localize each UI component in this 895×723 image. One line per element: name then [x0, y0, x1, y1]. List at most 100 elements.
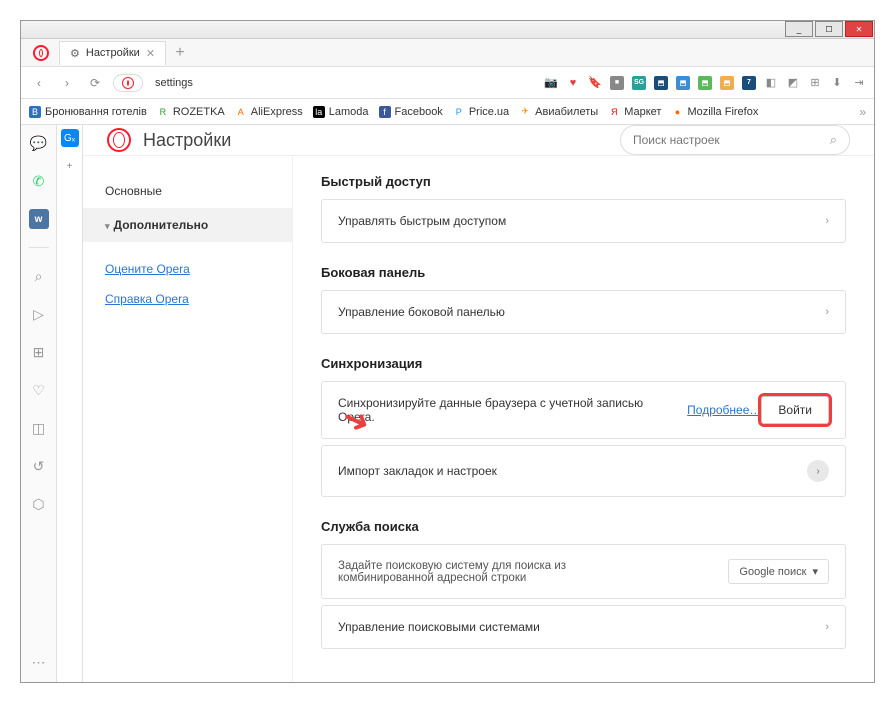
- section-sync: Синхронизация Синхронизируйте данные бра…: [321, 356, 846, 497]
- clip-icon[interactable]: ◫: [29, 418, 49, 438]
- download-icon[interactable]: ⬇: [830, 76, 844, 90]
- nav-help-opera[interactable]: Справка Opera: [83, 284, 292, 314]
- row-label: Импорт закладок и настроек: [338, 464, 497, 478]
- extensions-icon[interactable]: ⬡: [29, 494, 49, 514]
- bookmark-item[interactable]: PPrice.ua: [453, 106, 509, 118]
- tab-settings[interactable]: ⚙ Настройки ✕: [59, 41, 166, 65]
- bookmark-label: Mozilla Firefox: [687, 106, 758, 118]
- settings-search-input[interactable]: [633, 133, 830, 147]
- ext-icon-10[interactable]: ⊞: [808, 76, 822, 90]
- close-window-button[interactable]: ✕: [845, 21, 873, 37]
- bookmark-item[interactable]: fFacebook: [379, 106, 443, 118]
- new-tab-button[interactable]: +: [170, 43, 190, 63]
- maximize-button[interactable]: ☐: [815, 21, 843, 37]
- section-title: Синхронизация: [321, 356, 846, 371]
- bookmarks-more-button[interactable]: »: [859, 105, 866, 119]
- row-label: Синхронизируйте данные браузера с учетно…: [338, 396, 681, 424]
- section-sidepanel: Боковая панель Управление боковой панель…: [321, 265, 846, 334]
- whatsapp-icon[interactable]: ✆: [29, 171, 49, 191]
- section-title: Боковая панель: [321, 265, 846, 280]
- sync-more-link[interactable]: Подробнее…: [687, 403, 761, 417]
- ext-icon-2[interactable]: SG: [632, 76, 646, 90]
- row-default-search: Задайте поисковую систему для поиска из …: [321, 544, 846, 599]
- row-import-bookmarks[interactable]: Импорт закладок и настроек ›: [321, 445, 846, 497]
- bookmarks-bar: ВБронювання готелів RROZETKA A AliExpress…: [21, 99, 874, 125]
- ext-icon-3[interactable]: ⬒: [654, 76, 668, 90]
- forward-button[interactable]: ›: [57, 73, 77, 93]
- vk-icon[interactable]: w: [29, 209, 49, 229]
- settings-search-box[interactable]: ⌕: [620, 125, 850, 155]
- bookmark-icon-firefox: ●: [671, 106, 683, 118]
- tab-strip: ⚙ Настройки ✕ +: [21, 39, 874, 67]
- heart-icon[interactable]: ♥: [566, 76, 580, 90]
- send-icon[interactable]: ▷: [29, 304, 49, 324]
- dropdown-value: Google поиск: [739, 566, 806, 578]
- nav-rate-opera[interactable]: Оцените Opera: [83, 254, 292, 284]
- bookmark-icon[interactable]: 🔖: [588, 76, 602, 90]
- bookmark-icon-black: la: [313, 106, 325, 118]
- opera-logo-icon: [33, 45, 49, 61]
- bookmark-item[interactable]: la Lamoda: [313, 106, 369, 118]
- opera-logo-icon: [107, 128, 131, 152]
- tab-title: Настройки: [86, 47, 140, 59]
- opera-menu-button[interactable]: [29, 41, 53, 65]
- nav-basic[interactable]: Основные: [83, 174, 292, 208]
- url-text[interactable]: settings: [155, 77, 193, 89]
- search-icon: ⌕: [830, 132, 837, 148]
- bookmark-item[interactable]: ВБронювання готелів: [29, 106, 147, 118]
- sidebar-more-button[interactable]: ⋯: [29, 652, 49, 672]
- section-quick-access: Быстрый доступ Управлять быстрым доступо…: [321, 174, 846, 243]
- settings-content: Быстрый доступ Управлять быстрым доступо…: [293, 156, 874, 682]
- chevron-right-icon: ›: [825, 215, 829, 227]
- row-label: Управление поисковыми системами: [338, 620, 540, 634]
- chevron-right-icon: ›: [807, 460, 829, 482]
- nav-advanced-label: Дополнительно: [114, 218, 209, 232]
- url-badge[interactable]: [113, 74, 143, 92]
- camera-icon[interactable]: 📷: [544, 76, 558, 90]
- bookmark-item[interactable]: ✈Авиабилеты: [519, 106, 598, 118]
- bookmark-item[interactable]: ЯМаркет: [608, 106, 661, 118]
- ext-icon-6[interactable]: ⬒: [720, 76, 734, 90]
- bookmark-icon-yandex: Я: [608, 106, 620, 118]
- side-icon[interactable]: ⇥: [852, 76, 866, 90]
- messenger-icon[interactable]: 💬: [29, 133, 49, 153]
- minimize-button[interactable]: _: [785, 21, 813, 37]
- nav-advanced[interactable]: Дополнительно: [83, 208, 292, 242]
- url-bar: ‹ › ⟳ settings 📷 ♥ 🔖 ■ SG ⬒ ⬒ ⬒ ⬒ 7 ◧ ◩ …: [21, 67, 874, 99]
- row-manage-quick-access[interactable]: Управлять быстрым доступом ›: [321, 199, 846, 243]
- bookmark-label: Lamoda: [329, 106, 369, 118]
- speeddial-icon[interactable]: ⊞: [29, 342, 49, 362]
- search-sidebar-icon[interactable]: ⌕: [29, 266, 49, 286]
- history-icon[interactable]: ↺: [29, 456, 49, 476]
- row-manage-sidepanel[interactable]: Управление боковой панелью ›: [321, 290, 846, 334]
- row-sync-login: Синхронизируйте данные браузера с учетно…: [321, 381, 846, 439]
- row-label: Управлять быстрым доступом: [338, 214, 506, 228]
- row-label: Управление боковой панелью: [338, 305, 505, 319]
- settings-nav: Основные Дополнительно Оцените Opera Спр…: [83, 156, 293, 682]
- bookmark-label: Price.ua: [469, 106, 509, 118]
- bookmark-label: Бронювання готелів: [45, 106, 147, 118]
- window-titlebar: _ ☐ ✕: [21, 21, 874, 39]
- ext-icon-8[interactable]: ◧: [764, 76, 778, 90]
- ext-icon-9[interactable]: ◩: [786, 76, 800, 90]
- ext-icon-4[interactable]: ⬒: [676, 76, 690, 90]
- bookmark-label: AliExpress: [251, 106, 303, 118]
- tab-close-button[interactable]: ✕: [146, 47, 155, 60]
- bookmark-item[interactable]: ● Mozilla Firefox: [671, 106, 758, 118]
- reload-button[interactable]: ⟳: [85, 73, 105, 93]
- tab-sidebar-add[interactable]: +: [61, 157, 79, 175]
- ext-icon-7[interactable]: 7: [742, 76, 756, 90]
- bookmark-icon-orange: A: [235, 106, 247, 118]
- tab-sidebar-item-1[interactable]: Gₓ: [61, 129, 79, 147]
- sidebar-separator: [29, 247, 49, 248]
- search-engine-dropdown[interactable]: Google поиск ▾: [728, 559, 829, 584]
- favorites-icon[interactable]: ♡: [29, 380, 49, 400]
- chevron-right-icon: ›: [825, 621, 829, 633]
- bookmark-item[interactable]: A AliExpress: [235, 106, 303, 118]
- sync-login-button[interactable]: Войти: [761, 396, 829, 424]
- row-manage-search-engines[interactable]: Управление поисковыми системами ›: [321, 605, 846, 649]
- ext-icon-1[interactable]: ■: [610, 76, 624, 90]
- bookmark-item[interactable]: RROZETKA: [157, 106, 225, 118]
- back-button[interactable]: ‹: [29, 73, 49, 93]
- ext-icon-5[interactable]: ⬒: [698, 76, 712, 90]
